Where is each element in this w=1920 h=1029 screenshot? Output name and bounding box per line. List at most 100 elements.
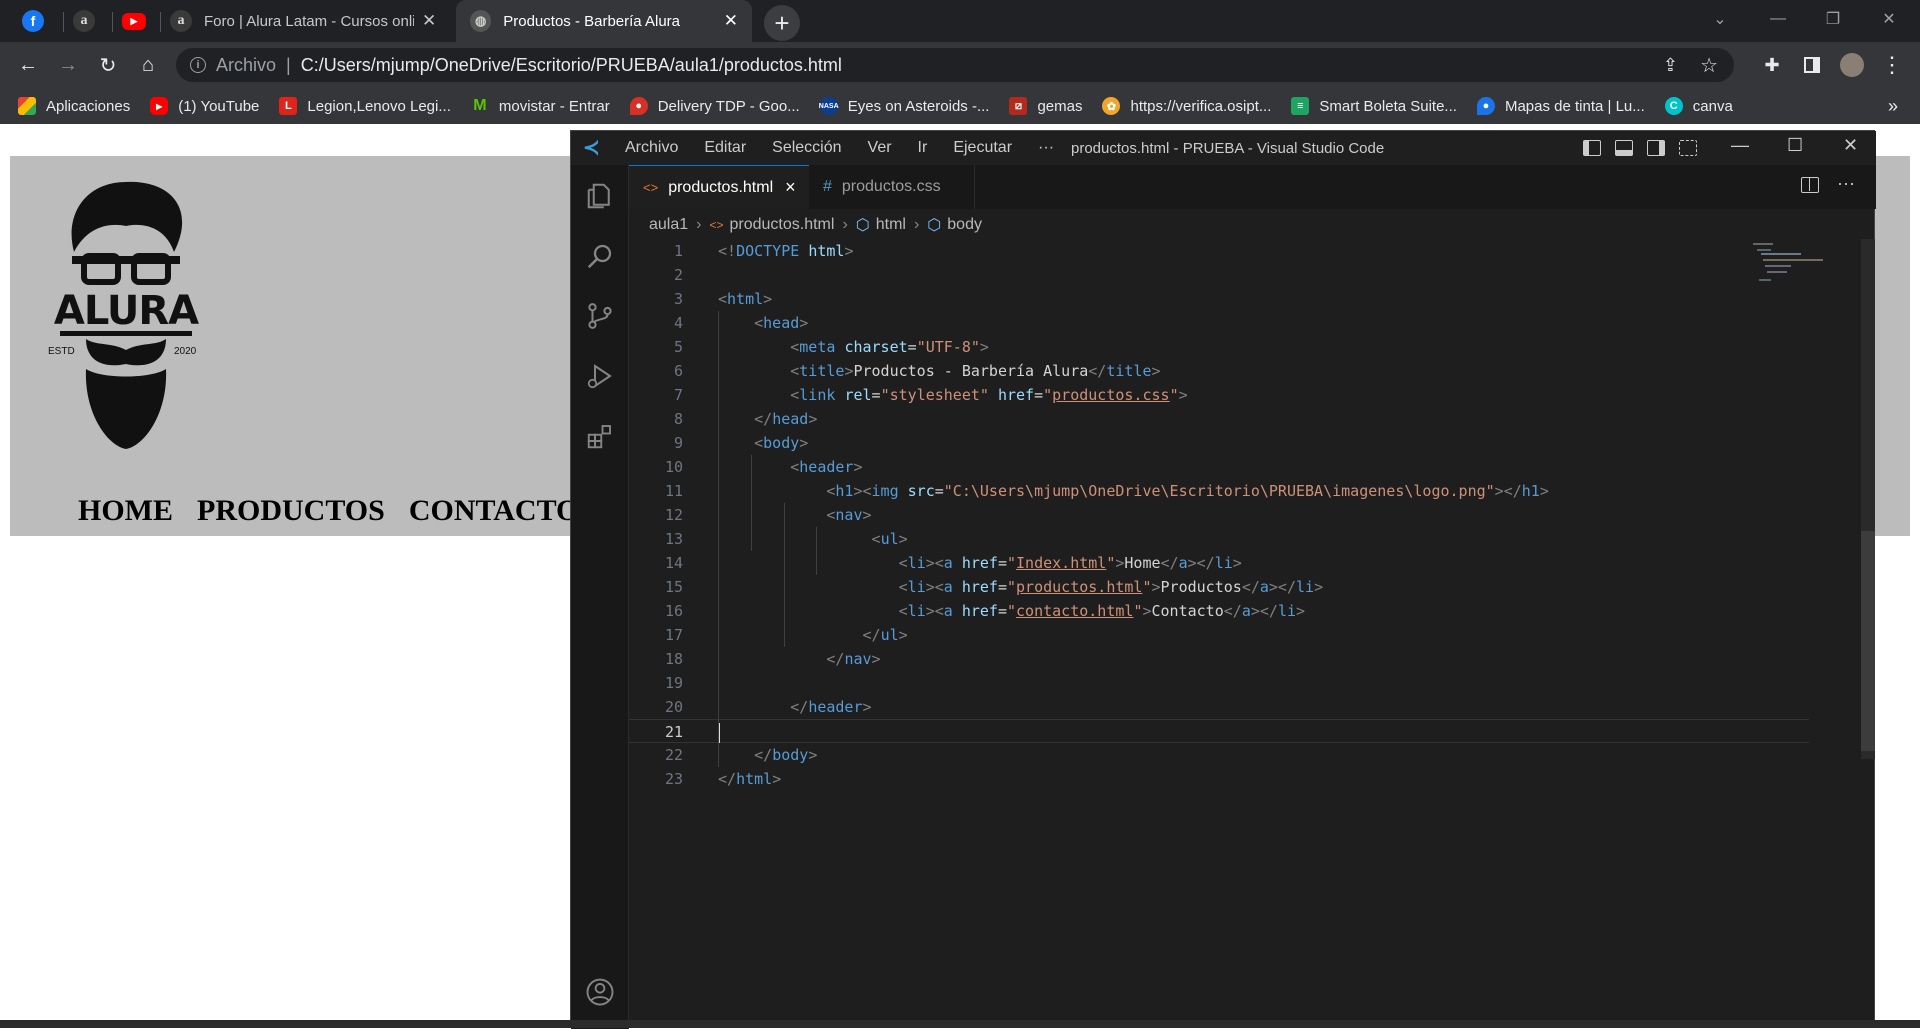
line-number: 11 xyxy=(664,482,683,500)
bookmark-legion[interactable]: L Legion,Lenovo Legi... xyxy=(279,97,451,115)
menu-seleccion[interactable]: Selección xyxy=(772,139,841,157)
tab-productos-html[interactable]: <> productos.html × xyxy=(629,165,809,209)
code-line[interactable]: 16 <li><a href="contacto.html">Contacto<… xyxy=(629,599,1809,623)
extensions-icon[interactable] xyxy=(585,421,615,451)
vscode-minimize-icon[interactable]: — xyxy=(1731,135,1749,156)
vscode-maximize-icon[interactable]: ☐ xyxy=(1787,135,1803,156)
breadcrumb-file[interactable]: productos.html xyxy=(730,216,835,234)
vscode-window-title: productos.html - PRUEBA - Visual Studio … xyxy=(1071,139,1385,157)
restore-icon[interactable]: ❐ xyxy=(1810,0,1856,38)
nav-link-contacto[interactable]: CONTACTO xyxy=(409,494,580,528)
account-icon[interactable] xyxy=(585,977,615,1007)
code-line[interactable]: 21 xyxy=(629,719,1809,743)
code-line[interactable]: 1 <!DOCTYPE html> xyxy=(629,239,1809,263)
close-window-icon[interactable]: ✕ xyxy=(1866,0,1912,38)
nav-link-productos[interactable]: PRODUCTOS xyxy=(197,494,385,528)
code-line[interactable]: 13 <ul> xyxy=(629,527,1809,551)
code-line[interactable]: 22 </body> xyxy=(629,743,1809,767)
split-editor-icon[interactable] xyxy=(1801,177,1819,193)
menu-ejecutar[interactable]: Ejecutar xyxy=(953,139,1012,157)
forward-icon[interactable]: → xyxy=(52,50,84,80)
bookmark-youtube[interactable]: ▶ (1) YouTube xyxy=(150,97,259,115)
tab-foro-alura[interactable]: a Foro | Alura Latam - Cursos online ✕ xyxy=(170,4,445,38)
vscode-close-icon[interactable]: ✕ xyxy=(1843,135,1858,156)
back-icon[interactable]: ← xyxy=(12,50,44,80)
code-editor[interactable]: 1 <!DOCTYPE html> 2 3 <html> 4 <head> 5 <meta … xyxy=(629,239,1876,999)
menu-ir[interactable]: Ir xyxy=(918,139,928,157)
new-tab-button[interactable]: + xyxy=(764,5,800,41)
minimize-icon[interactable]: — xyxy=(1755,0,1801,38)
code-line[interactable]: 9 <body> xyxy=(629,431,1809,455)
run-debug-icon[interactable] xyxy=(585,361,615,391)
code-line[interactable]: 6 <title>Productos - Barbería Alura</tit… xyxy=(629,359,1809,383)
bookmark-canva[interactable]: Ccanva xyxy=(1664,97,1733,115)
breadcrumb-html[interactable]: html xyxy=(876,216,906,234)
code-line[interactable]: 19 xyxy=(629,671,1809,695)
bookmark-verifica[interactable]: ✿ https://verifica.osipt... xyxy=(1102,97,1271,115)
share-icon[interactable]: ⇪ xyxy=(1663,55,1678,76)
code-line[interactable]: 7 <link rel="stylesheet" href="productos… xyxy=(629,383,1809,407)
bookmark-aplicaciones[interactable]: Aplicaciones xyxy=(18,97,130,115)
more-actions-icon[interactable]: ··· xyxy=(1837,173,1855,194)
bookmark-mapas-de-tinta[interactable]: ● Mapas de tinta | Lu... xyxy=(1476,97,1645,115)
code-line[interactable]: 14 <li><a href="Index.html">Home</a></li… xyxy=(629,551,1809,575)
code-line[interactable]: 17 </ul> xyxy=(629,623,1809,647)
line-number: 7 xyxy=(673,386,683,404)
tab-productos-active[interactable]: ◍ Productos - Barbería Alura ✕ xyxy=(456,0,752,42)
tab-productos-css[interactable]: # productos.css xyxy=(809,165,975,209)
extensions-icon[interactable]: ✚ xyxy=(1756,50,1788,80)
menu-editar[interactable]: Editar xyxy=(704,139,746,157)
line-number: 6 xyxy=(673,362,683,380)
customize-layout-icon[interactable] xyxy=(1679,140,1697,156)
code-line[interactable]: 12 <nav> xyxy=(629,503,1809,527)
code-line[interactable]: 5 <meta charset="UTF-8"> xyxy=(629,335,1809,359)
bookmark-delivery-tdp[interactable]: ● Delivery TDP - Goo... xyxy=(629,97,800,115)
bookmark-gemas[interactable]: ⧄ gemas xyxy=(1009,97,1082,115)
tab-youtube[interactable]: ▶ xyxy=(122,4,146,38)
close-icon[interactable]: × xyxy=(785,177,796,198)
code-line[interactable]: 10 <header> xyxy=(629,455,1809,479)
youtube-icon: ▶ xyxy=(150,97,169,115)
code-line[interactable]: 3 <html> xyxy=(629,287,1809,311)
breadcrumb-body[interactable]: body xyxy=(947,216,982,234)
close-icon[interactable]: ✕ xyxy=(724,11,738,31)
menu-archivo[interactable]: Archivo xyxy=(625,139,678,157)
close-icon[interactable]: ✕ xyxy=(422,11,436,31)
code-line[interactable]: 20 </header> xyxy=(629,695,1809,719)
bookmark-eyes-on-asteroids[interactable]: NASA Eyes on Asteroids -... xyxy=(819,97,989,115)
code-line[interactable]: 18 </nav> xyxy=(629,647,1809,671)
nav-link-home[interactable]: HOME xyxy=(78,494,173,528)
address-bar[interactable]: i Archivo | C:/Users/mjump/OneDrive/Escr… xyxy=(176,48,1734,82)
search-icon[interactable] xyxy=(585,241,615,271)
explorer-icon[interactable] xyxy=(585,181,615,211)
toggle-secondary-sidebar-icon[interactable] xyxy=(1647,140,1665,156)
breadcrumb-folder[interactable]: aula1 xyxy=(649,216,688,234)
toggle-sidebar-icon[interactable] xyxy=(1583,140,1601,156)
tab-search-icon[interactable]: ⌄ xyxy=(1697,0,1743,38)
bookmark-smart-boleta[interactable]: ≡ Smart Boleta Suite... xyxy=(1291,97,1457,115)
code-line[interactable]: 4 <head> xyxy=(629,311,1809,335)
tab-alura[interactable]: a xyxy=(73,4,95,38)
scrollbar-thumb[interactable] xyxy=(1861,531,1875,751)
menu-ver[interactable]: Ver xyxy=(868,139,892,157)
code-line[interactable]: 15 <li><a href="productos.html">Producto… xyxy=(629,575,1809,599)
source-control-icon[interactable] xyxy=(585,301,615,331)
code-line[interactable]: 11 <h1><img src="C:\Users\mjump\OneDrive… xyxy=(629,479,1809,503)
bookmark-movistar[interactable]: Mmovistar - Entrar xyxy=(471,97,610,115)
home-icon[interactable]: ⌂ xyxy=(132,50,164,80)
avatar[interactable] xyxy=(1836,50,1868,80)
code-line[interactable]: 23 </html> xyxy=(629,767,1809,791)
code-line[interactable]: 2 xyxy=(629,263,1809,287)
star-icon[interactable]: ☆ xyxy=(1700,53,1718,78)
side-panel-icon[interactable] xyxy=(1796,50,1828,80)
minimap[interactable] xyxy=(1751,241,1851,301)
menu-icon[interactable]: ⋮ xyxy=(1876,50,1908,80)
toggle-panel-icon[interactable] xyxy=(1615,140,1633,156)
address-url[interactable]: C:/Users/mjump/OneDrive/Escritorio/PRUEB… xyxy=(301,55,842,76)
reload-icon[interactable]: ↻ xyxy=(92,50,124,80)
code-line[interactable]: 8 </head> xyxy=(629,407,1809,431)
more-bookmarks-icon[interactable]: » xyxy=(1888,96,1898,117)
info-icon[interactable]: i xyxy=(190,57,206,73)
menu-more[interactable]: ··· xyxy=(1038,139,1054,157)
tab-facebook[interactable]: f xyxy=(22,4,44,38)
